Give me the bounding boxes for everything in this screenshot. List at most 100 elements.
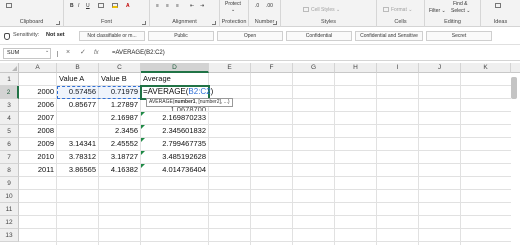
vertical-scrollbar-top[interactable]: [511, 63, 520, 73]
row-header-6[interactable]: 6: [0, 138, 19, 151]
cell-c8[interactable]: 4.16382: [99, 164, 141, 177]
tooltip-function[interactable]: AVERAGE(: [149, 99, 174, 105]
insert-function-icon[interactable]: fx: [94, 48, 99, 58]
row-header-9[interactable]: 9: [0, 177, 19, 190]
dialog-launcher-icon[interactable]: [56, 21, 60, 25]
row-header-2[interactable]: 2: [0, 86, 19, 99]
dialog-launcher-icon[interactable]: [142, 21, 146, 25]
chevron-down-icon[interactable]: ⌄: [45, 48, 49, 54]
row-header-4[interactable]: 4: [0, 112, 19, 125]
find-select-button[interactable]: Find &: [453, 1, 467, 7]
cell-d1[interactable]: Average: [141, 73, 209, 86]
worksheet-grid[interactable]: A B C D E F G H I J K 1 2 3 4 5 6 7 8 9 …: [0, 63, 520, 245]
cancel-icon[interactable]: ×: [66, 48, 70, 58]
borders-button[interactable]: [98, 3, 106, 9]
align-left-button[interactable]: ≡: [156, 3, 159, 9]
increase-indent-button[interactable]: ⇥: [200, 3, 204, 9]
cell-b4[interactable]: [57, 112, 99, 125]
cell-d5[interactable]: 2.345601832: [141, 125, 209, 138]
sensitivity-option-open[interactable]: Open: [217, 31, 283, 41]
row-header-8[interactable]: 8: [0, 164, 19, 177]
cell-a2[interactable]: 2000: [19, 86, 57, 99]
error-indicator-icon[interactable]: [141, 125, 145, 129]
error-indicator-icon[interactable]: [141, 112, 145, 116]
column-header-d[interactable]: D: [141, 63, 209, 73]
row-header-10[interactable]: 10: [0, 190, 19, 203]
cell-c7[interactable]: 3.18727: [99, 151, 141, 164]
column-header-k[interactable]: K: [461, 63, 511, 73]
sensitivity-option-secret[interactable]: Secret: [426, 31, 492, 41]
cell-a6[interactable]: 2009: [19, 138, 57, 151]
italic-button[interactable]: I: [78, 3, 79, 9]
error-indicator-icon[interactable]: [141, 151, 145, 155]
font-color-button[interactable]: A: [126, 3, 130, 9]
name-box[interactable]: SUM: [3, 48, 51, 59]
ideas-button[interactable]: [495, 3, 503, 9]
decrease-indent-button[interactable]: ⇤: [190, 3, 194, 9]
column-header-f[interactable]: F: [251, 63, 293, 73]
column-header-h[interactable]: H: [335, 63, 377, 73]
enter-icon[interactable]: ✓: [80, 48, 86, 58]
sort-filter-button[interactable]: Filter ⌄: [429, 8, 446, 14]
cell-b5[interactable]: [57, 125, 99, 138]
sort-filter-label: Filter: [429, 8, 441, 14]
cell-styles-button[interactable]: Cell Styles ⌄: [303, 7, 340, 13]
cell-d7[interactable]: 3.485192628: [141, 151, 209, 164]
cell-a8[interactable]: 2011: [19, 164, 57, 177]
sensitivity-option-confidential[interactable]: Confidential: [286, 31, 352, 41]
gridline: [418, 73, 419, 245]
cell-a3[interactable]: 2006: [19, 99, 57, 112]
column-header-j[interactable]: J: [419, 63, 461, 73]
cell-a4[interactable]: 2007: [19, 112, 57, 125]
vertical-scrollbar-thumb[interactable]: [511, 77, 517, 99]
cell-d8[interactable]: 4.014736404: [141, 164, 209, 177]
column-header-a[interactable]: A: [19, 63, 57, 73]
row-header-12[interactable]: 12: [0, 216, 19, 229]
cell-c5[interactable]: 2.3456: [99, 125, 141, 138]
sensitivity-option-confidential-sensitive[interactable]: Confidential and Sensitive: [355, 31, 423, 41]
bold-button[interactable]: B: [70, 3, 74, 9]
row-header-7[interactable]: 7: [0, 151, 19, 164]
cell-c6[interactable]: 2.45552: [99, 138, 141, 151]
column-header-e[interactable]: E: [209, 63, 251, 73]
cell-c4[interactable]: 2.16987: [99, 112, 141, 125]
column-header-c[interactable]: C: [99, 63, 141, 73]
formula-input[interactable]: =AVERAGE(B2:C2): [110, 48, 517, 59]
format-painter-button[interactable]: [6, 3, 14, 9]
select-all-button[interactable]: [0, 63, 19, 73]
align-right-button[interactable]: ≡: [176, 3, 179, 9]
cell-c1[interactable]: Value B: [99, 73, 141, 86]
error-indicator-icon[interactable]: [141, 164, 145, 168]
cell-b6[interactable]: 3.14341: [57, 138, 99, 151]
cell-a5[interactable]: 2008: [19, 125, 57, 138]
dialog-launcher-icon[interactable]: [273, 21, 277, 25]
sensitivity-option-not-classifiable[interactable]: Not classifiable or m...: [79, 31, 145, 41]
align-center-button[interactable]: ≡: [166, 3, 169, 9]
format-button[interactable]: Format ⌄: [383, 7, 412, 13]
error-indicator-icon[interactable]: [141, 138, 145, 142]
row-header-1[interactable]: 1: [0, 73, 19, 86]
fill-color-button[interactable]: [112, 3, 120, 9]
dialog-launcher-icon[interactable]: [212, 21, 216, 25]
row-header-3[interactable]: 3: [0, 99, 19, 112]
row-header-11[interactable]: 11: [0, 203, 19, 216]
column-header-b[interactable]: B: [57, 63, 99, 73]
cell-b1[interactable]: Value A: [57, 73, 99, 86]
cell-d4[interactable]: 2.169870233: [141, 112, 209, 125]
cell-b3[interactable]: 0.85677: [57, 99, 99, 112]
function-tooltip[interactable]: AVERAGE(number1, [number2], ...): [146, 98, 233, 107]
cell-c3[interactable]: 1.27897: [99, 99, 141, 112]
select-button[interactable]: Select ⌄: [451, 8, 471, 14]
increase-decimal-button[interactable]: .0: [255, 3, 259, 9]
sensitivity-option-public[interactable]: Public: [148, 31, 214, 41]
cell-b7[interactable]: 3.78312: [57, 151, 99, 164]
cell-d6[interactable]: 2.799467735: [141, 138, 209, 151]
row-header-13[interactable]: 13: [0, 229, 19, 242]
cell-a7[interactable]: 2010: [19, 151, 57, 164]
decrease-decimal-button[interactable]: .00: [266, 3, 273, 9]
cell-b8[interactable]: 3.86565: [57, 164, 99, 177]
column-header-i[interactable]: I: [377, 63, 419, 73]
column-header-g[interactable]: G: [293, 63, 335, 73]
row-header-5[interactable]: 5: [0, 125, 19, 138]
underline-button[interactable]: U: [86, 3, 90, 9]
